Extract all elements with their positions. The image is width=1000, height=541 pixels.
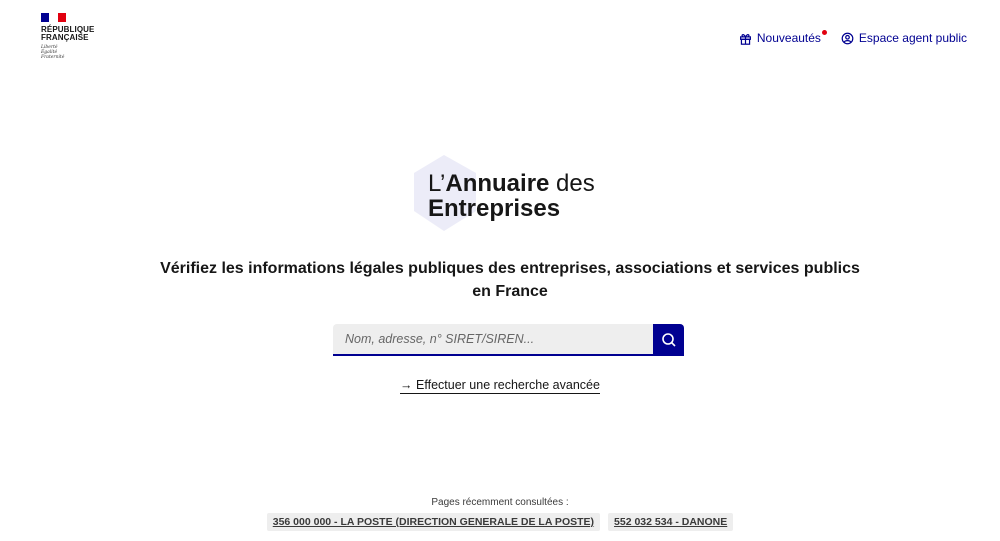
- motto: Liberté Égalité Fraternité: [41, 45, 94, 60]
- advanced-search-container: → Effectuer une recherche avancée: [0, 376, 1000, 394]
- header-nav: Nouveautés Espace agent public: [739, 30, 967, 45]
- search-input[interactable]: [333, 324, 653, 356]
- motto-fraternite: Fraternité: [41, 55, 65, 60]
- espace-agent-label: Espace agent public: [858, 31, 967, 45]
- notification-dot: [821, 30, 827, 35]
- recent-pages-list: 356 000 000 - LA POSTE (DIRECTION GENERA…: [0, 513, 1000, 531]
- search-button[interactable]: [653, 324, 684, 356]
- search-bar: [333, 324, 684, 356]
- nouveautes-label: Nouveautés: [756, 31, 821, 45]
- logo-text: RÉPUBLIQUE FRANÇAISE: [41, 26, 94, 42]
- nouveautes-link[interactable]: Nouveautés: [739, 30, 827, 45]
- brand-title-line2: Entreprises: [428, 195, 561, 222]
- recent-page-chip[interactable]: 356 000 000 - LA POSTE (DIRECTION GENERA…: [266, 513, 601, 531]
- brand-suffix: des: [549, 170, 595, 197]
- search-icon: [661, 333, 676, 347]
- recent-page-chip[interactable]: 552 032 534 - DANONE: [608, 513, 734, 531]
- brand-title-line1: L’Annuaire des: [428, 170, 595, 198]
- logo-line-2: FRANÇAISE: [41, 33, 89, 42]
- advanced-search-link[interactable]: → Effectuer une recherche avancée: [400, 378, 600, 394]
- republique-francaise-logo[interactable]: RÉPUBLIQUE FRANÇAISE Liberté Égalité Fra…: [41, 13, 94, 60]
- brand-prefix: L’: [428, 170, 446, 197]
- annuaire-brand-logo: L’Annuaire des Entreprises: [410, 153, 630, 233]
- espace-agent-public-link[interactable]: Espace agent public: [841, 31, 967, 45]
- brand-bold: Annuaire: [445, 170, 550, 197]
- recent-pages-label: Pages récemment consultées :: [431, 497, 569, 508]
- user-circle-icon: [841, 32, 854, 44]
- gift-icon: [739, 33, 751, 45]
- page-headline: Vérifiez les informations légales publiq…: [160, 260, 860, 300]
- marianne-flag-icon: [41, 13, 66, 22]
